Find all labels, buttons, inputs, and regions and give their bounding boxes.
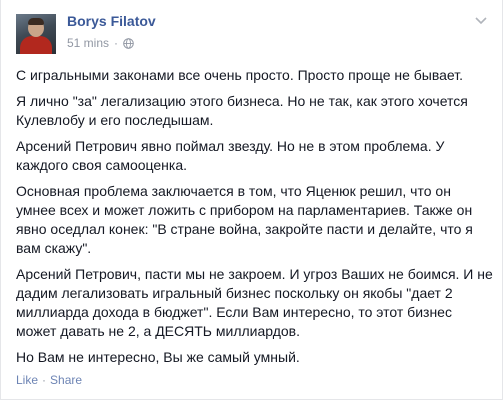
post-body: С игральными законами все очень просто. … [16,66,494,374]
post-timestamp[interactable]: 51 mins [67,36,109,50]
actions-separator: · [42,373,47,387]
post-paragraph: С игральными законами все очень просто. … [16,67,464,83]
author-name[interactable]: Borys Filatov [67,13,156,29]
meta-separator: · [114,36,119,50]
avatar-body-shape [20,36,52,54]
facebook-post: Borys Filatov 51 mins · С игральными зак… [0,0,503,400]
post-meta: 51 mins · [67,36,134,50]
avatar[interactable] [16,14,56,54]
post-paragraph: Арсений Петрович явно поймал звезду. Но … [16,138,445,173]
post-actions: Like · Share [16,373,82,387]
share-link[interactable]: Share [50,373,82,387]
post-paragraph: Я лично "за" легализацию этого бизнеса. … [16,93,468,128]
post-paragraph: Но Вам не интересно, Вы же самый умный. [16,349,300,365]
post-paragraph: Арсений Петрович, пасти мы не закроем. И… [16,266,493,339]
globe-icon[interactable] [123,37,134,49]
post-paragraph: Основная проблема заключается в том, что… [16,183,473,256]
like-link[interactable]: Like [16,373,38,387]
avatar-hair-shape [28,18,44,25]
chevron-down-icon[interactable] [474,14,488,28]
